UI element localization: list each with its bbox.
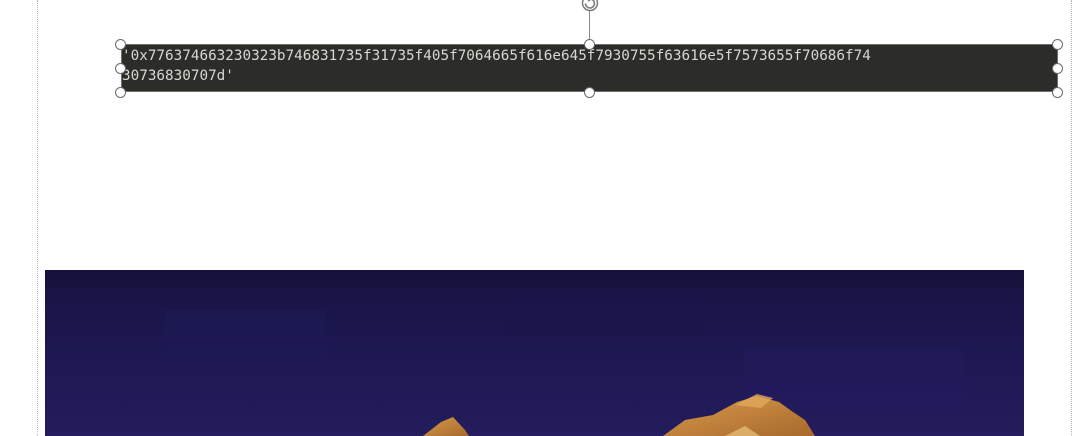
resize-handle-bottom-right-icon[interactable]: [1052, 87, 1063, 98]
margin-guide-right: [1071, 0, 1072, 436]
slide-image[interactable]: [45, 270, 1024, 436]
resize-handle-middle-left-icon[interactable]: [115, 63, 126, 74]
resize-handle-bottom-center-icon[interactable]: [584, 87, 595, 98]
resize-handle-top-left-icon[interactable]: [115, 39, 126, 50]
resize-handle-top-center-icon[interactable]: [584, 39, 595, 50]
rotate-icon[interactable]: [576, 0, 604, 16]
code-line-2: 30736830707d': [122, 68, 234, 84]
resize-handle-middle-right-icon[interactable]: [1052, 63, 1063, 74]
slide-canvas: '0x776374663230323b746831735f31735f405f7…: [0, 0, 1090, 436]
resize-handle-bottom-left-icon[interactable]: [115, 87, 126, 98]
code-text-box[interactable]: '0x776374663230323b746831735f31735f405f7…: [121, 44, 1058, 92]
resize-handle-top-right-icon[interactable]: [1052, 39, 1063, 50]
margin-guide-left: [37, 0, 38, 436]
